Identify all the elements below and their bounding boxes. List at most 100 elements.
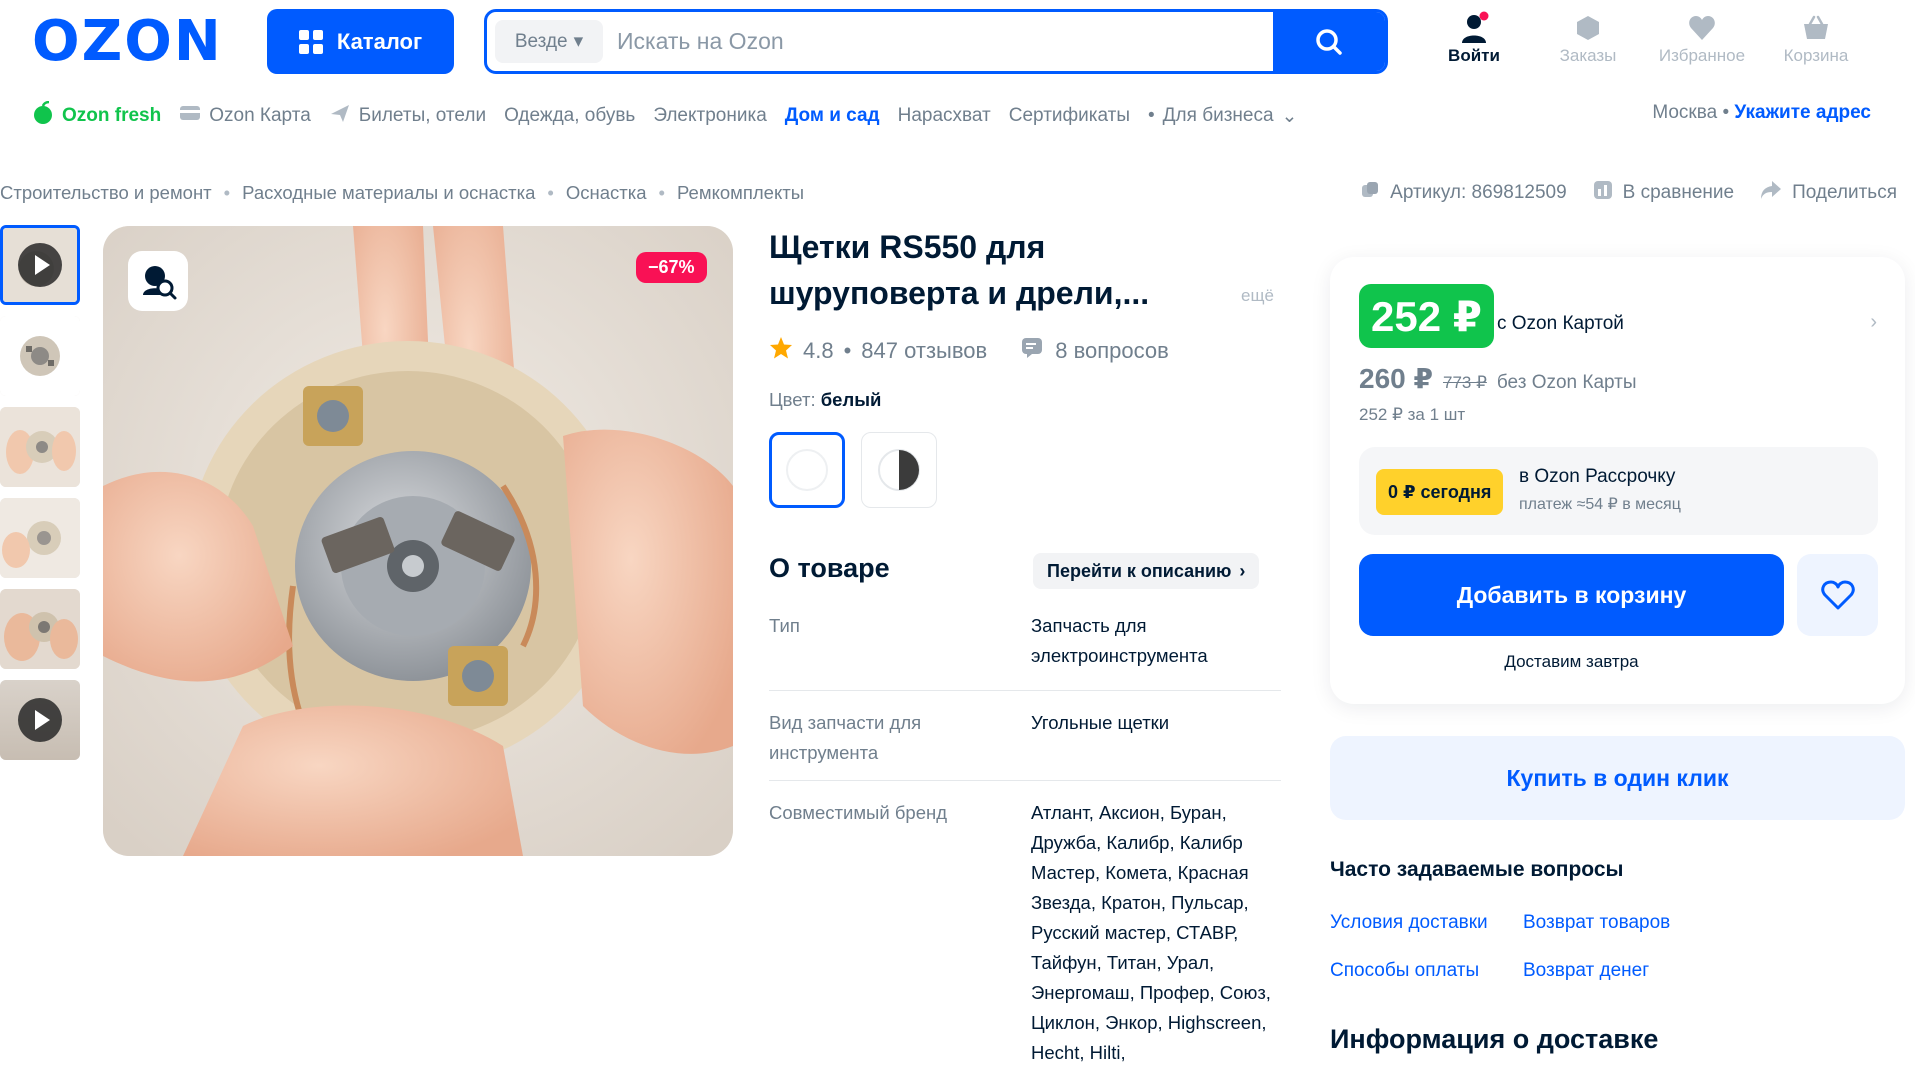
cart-label: Корзина [1783, 46, 1849, 65]
nav-item-trending[interactable]: Нарасхват [898, 105, 991, 127]
breadcrumb: Строительство и ремонт • Расходные матер… [0, 182, 805, 204]
color-swatch-black-white[interactable] [861, 432, 937, 508]
nav-item-ozon-card[interactable]: Ozon Карта [179, 104, 311, 128]
leaf-icon [32, 100, 54, 131]
thumbnail-image[interactable] [0, 498, 80, 578]
spec-row: Тип Запчасть для электроинструмента [769, 611, 1281, 671]
buy-one-click-button[interactable]: Купить в один клик [1330, 736, 1905, 820]
divider [769, 690, 1281, 691]
card-icon [179, 104, 201, 128]
installment-tag: 0 ₽ сегодня [1376, 469, 1504, 515]
search-bar: Везде ▾ [484, 9, 1388, 74]
grid-icon [298, 29, 323, 54]
nav-item-certificates[interactable]: Сертификаты [1009, 105, 1130, 127]
rating-row: 4.8 • 847 отзывов 8 вопросов [769, 336, 1169, 366]
nav-item-ozon-fresh[interactable]: Ozon fresh [32, 100, 161, 131]
delivery-info-heading: Информация о доставке [1330, 1024, 1659, 1054]
product-thumbnail [0, 316, 80, 396]
installment-note: платеж ≈54 ₽ в месяц [1519, 496, 1681, 513]
product-main-image[interactable] [103, 226, 733, 856]
catalog-button[interactable]: Каталог [267, 9, 454, 74]
top-nav: Ozon fresh Ozon Карта Билеты, отели Одеж… [32, 100, 1297, 132]
thumbnail-image[interactable] [0, 316, 80, 396]
product-thumbnail [0, 407, 80, 487]
share-button[interactable]: Поделиться [1760, 180, 1897, 206]
chevron-down-icon: ⌄ [1281, 105, 1298, 127]
price-row: 260 ₽ 773 ₽ без Ozon Карты [1359, 362, 1637, 395]
ozon-logo[interactable]: OZON [32, 14, 223, 70]
product-photo [103, 226, 733, 856]
faq-link-delivery[interactable]: Условия доставки [1330, 912, 1488, 934]
title-more-link[interactable]: ещё [1241, 286, 1274, 306]
location-city[interactable]: Москва [1652, 102, 1717, 123]
reviews-link[interactable]: 847 отзывов [861, 338, 987, 364]
product-thumbnail [0, 589, 80, 669]
thumbnail-video[interactable] [0, 680, 80, 760]
questions-link[interactable]: 8 вопросов [1055, 338, 1169, 364]
spec-value: Атлант, Аксион, Буран, Дружба, Калибр, К… [1031, 802, 1271, 1063]
thumbnail-image[interactable] [0, 407, 80, 487]
nav-item-clothes[interactable]: Одежда, обувь [504, 105, 635, 127]
spec-key: Совместимый бренд [769, 802, 948, 823]
heart-icon [1652, 10, 1752, 46]
nav-item-tickets[interactable]: Билеты, отели [329, 102, 486, 130]
card-price-label[interactable]: с Ozon Картой [1497, 313, 1624, 335]
nav-item-electronics[interactable]: Электроника [653, 105, 766, 127]
cart-button[interactable]: Корзина [1766, 10, 1866, 66]
favorites-label: Избранное [1658, 46, 1746, 65]
favorites-button[interactable]: Избранное [1652, 10, 1752, 66]
compare-button[interactable]: В сравнение [1593, 180, 1734, 206]
thumbnail-image[interactable] [0, 589, 80, 669]
nav-item-home-garden[interactable]: Дом и сад [785, 105, 880, 127]
product-thumbnail [0, 498, 80, 578]
rating-value: 4.8 [803, 338, 834, 363]
goto-description-button[interactable]: Перейти к описанию › [1033, 553, 1260, 589]
compare-icon [1593, 180, 1613, 206]
chat-icon [1021, 337, 1045, 365]
search-button[interactable] [1273, 12, 1385, 71]
image-search-button[interactable] [128, 251, 188, 311]
nav-item-business[interactable]: • Для бизнеса ⌄ [1148, 105, 1297, 128]
basket-icon [1766, 10, 1866, 46]
breadcrumb-item[interactable]: Строительство и ремонт [0, 182, 212, 204]
image-search-icon [143, 266, 177, 300]
search-icon [1316, 28, 1342, 55]
add-to-favorites-button[interactable] [1797, 554, 1878, 636]
color-value: белый [820, 389, 882, 410]
chevron-right-icon[interactable]: › [1870, 311, 1877, 334]
product-title: Щетки RS550 для шуруповерта и дрели,... [769, 229, 1150, 311]
search-input[interactable] [603, 12, 1273, 71]
unit-price: 252 ₽ за 1 шт [1359, 405, 1466, 424]
article-copy[interactable]: Артикул: 869812509 [1360, 180, 1567, 206]
product-meta: Артикул: 869812509 В сравнение Поделитьс… [1360, 180, 1897, 206]
search-scope-select[interactable]: Везде ▾ [495, 20, 603, 63]
faq-link-payment[interactable]: Способы оплаты [1330, 960, 1479, 982]
share-icon [1760, 180, 1782, 206]
article-number: Артикул: 869812509 [1390, 182, 1567, 203]
user-icon [1424, 10, 1524, 46]
chevron-right-icon: › [1239, 560, 1246, 581]
faq-link-returns[interactable]: Возврат товаров [1523, 912, 1670, 934]
search-scope-label: Везде [514, 30, 568, 52]
installment-block[interactable]: 0 ₽ сегодня в Ozon Рассрочку платеж ≈54 … [1359, 447, 1878, 535]
star-icon [769, 336, 793, 366]
about-product-heading: О товаре [769, 553, 890, 583]
no-card-label: без Ozon Карты [1496, 372, 1637, 393]
login-button[interactable]: Войти [1424, 10, 1524, 66]
breadcrumb-item[interactable]: Ремкомплекты [677, 182, 804, 204]
location: Москва • Укажите адрес [1652, 102, 1871, 123]
box-icon [1538, 10, 1638, 46]
spec-value: Запчасть для электроинструмента [1031, 615, 1208, 666]
chevron-down-icon: ▾ [573, 31, 584, 52]
orders-button[interactable]: Заказы [1538, 10, 1638, 66]
add-to-cart-button[interactable]: Добавить в корзину [1359, 554, 1784, 636]
color-swatch-white[interactable] [769, 432, 845, 508]
orders-label: Заказы [1559, 46, 1617, 65]
breadcrumb-item[interactable]: Расходные материалы и оснастка [242, 182, 535, 204]
thumbnail-video[interactable] [0, 225, 80, 305]
thumbnail-list [0, 225, 84, 771]
faq-link-refund[interactable]: Возврат денег [1523, 960, 1649, 982]
breadcrumb-item[interactable]: Оснастка [566, 182, 647, 204]
catalog-button-label: Каталог [336, 28, 423, 54]
location-address-link[interactable]: Укажите адрес [1734, 102, 1871, 123]
